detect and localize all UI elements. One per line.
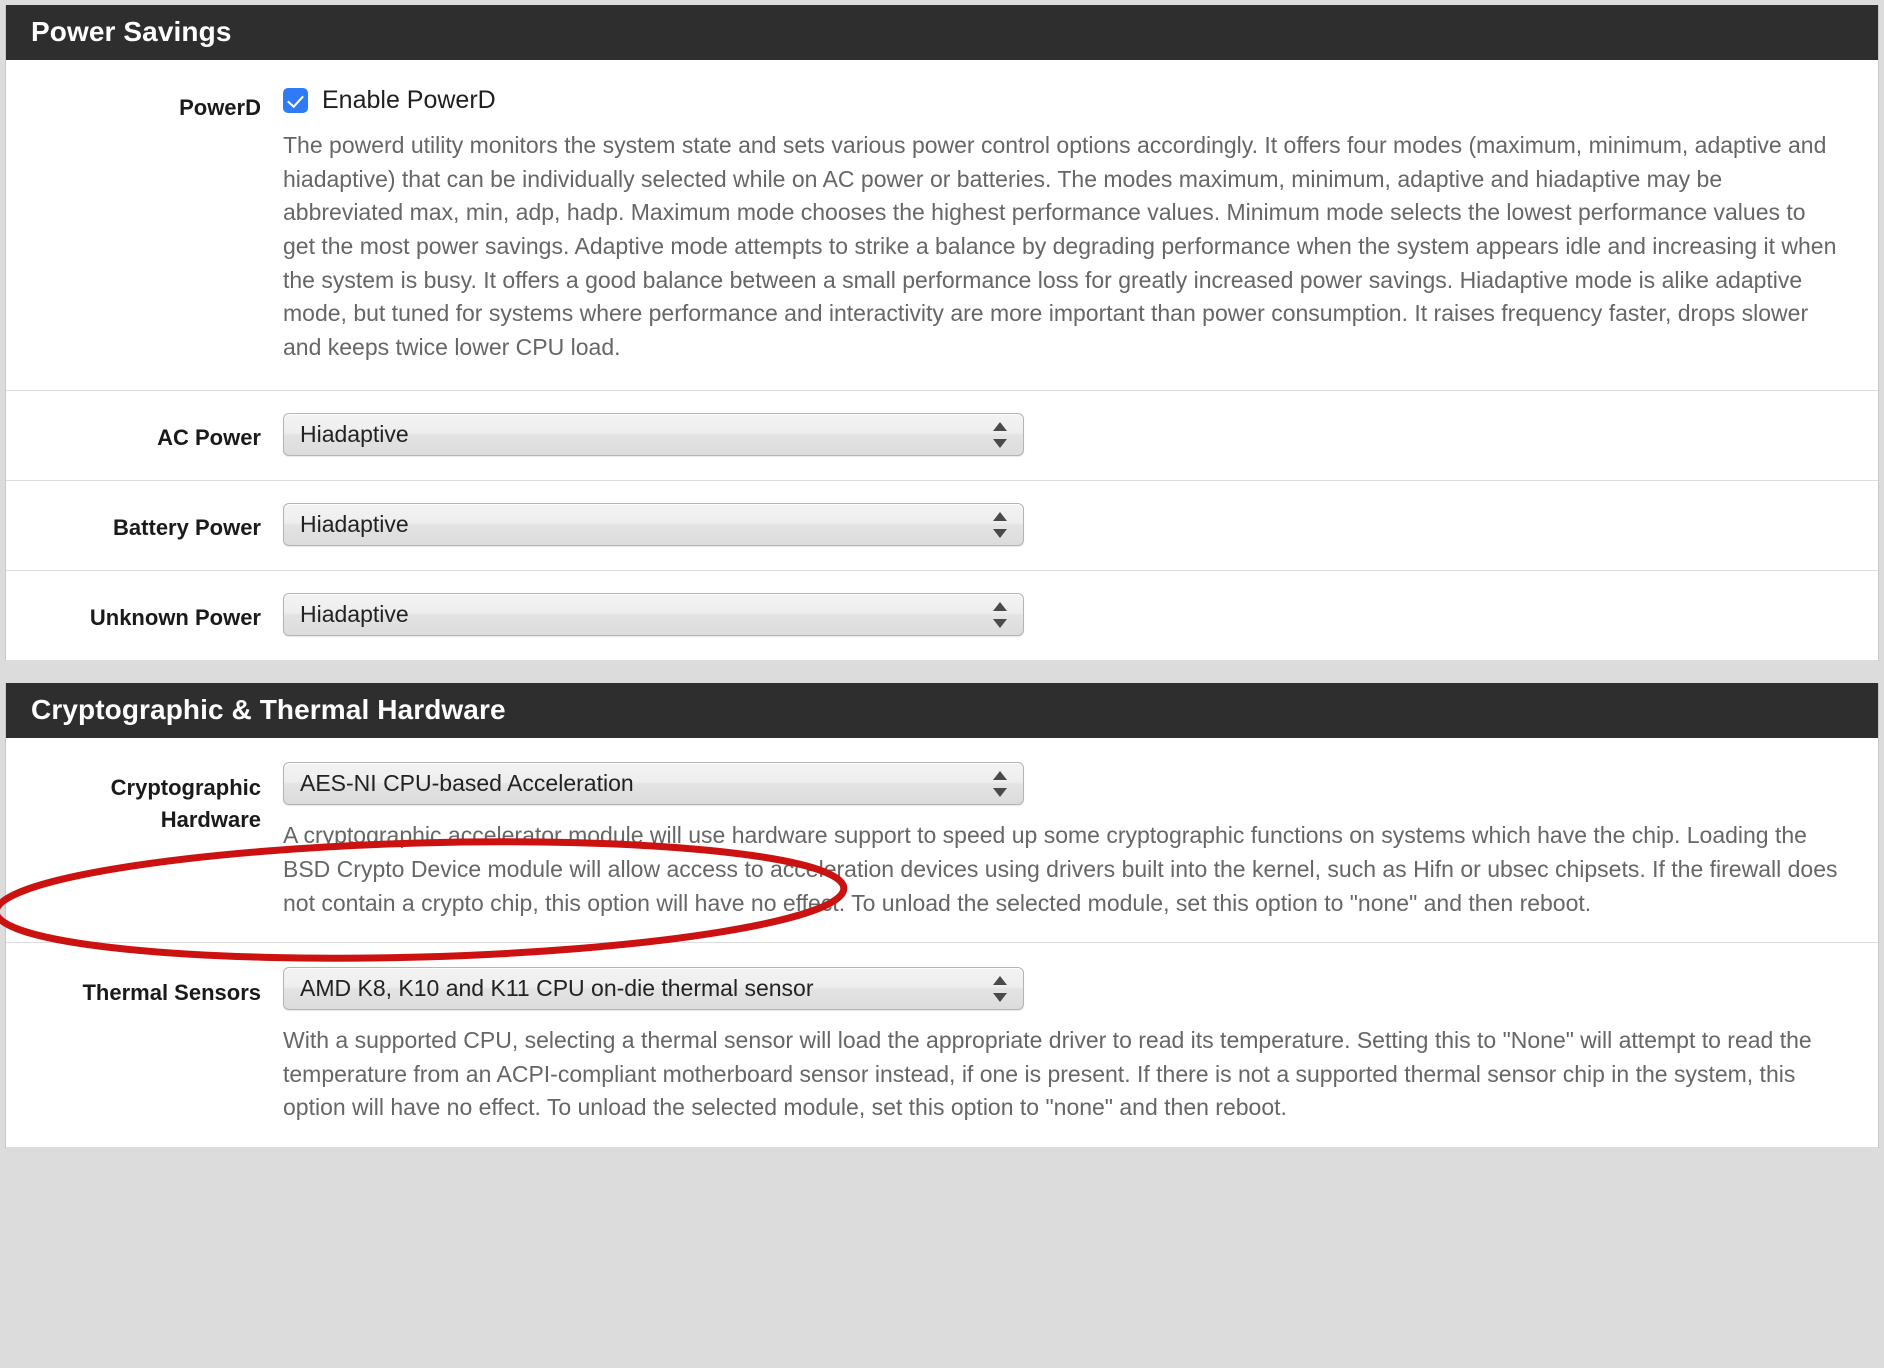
row-battery-power: Battery Power Hiadaptive [6, 481, 1878, 572]
row-cryptographic-hardware: Cryptographic Hardware AES-NI CPU-based … [6, 738, 1878, 944]
label-cryptographic-hardware: Cryptographic Hardware [6, 762, 283, 836]
select-thermal-sensors[interactable]: AMD K8, K10 and K11 CPU on-die thermal s… [283, 967, 1024, 1011]
row-body-powerd: Enable PowerD The powerd utility monitor… [283, 88, 1878, 364]
label-powerd: PowerD [179, 95, 261, 121]
select-thermal-sensors-value: AMD K8, K10 and K11 CPU on-die thermal s… [300, 975, 814, 1002]
label-cryptographic-hardware-line1: Cryptographic [110, 775, 261, 801]
section-crypto-thermal: Cryptographic & Thermal Hardware Cryptog… [5, 683, 1879, 1148]
enable-powerd-checkbox[interactable] [283, 88, 308, 114]
select-battery-power[interactable]: Hiadaptive [283, 503, 1024, 547]
settings-page: Power Savings PowerD Enable PowerD The p… [0, 0, 1884, 1368]
description-cryptographic-hardware: A cryptographic accelerator module will … [283, 822, 1838, 916]
row-powerd: PowerD Enable PowerD The powerd utility … [6, 60, 1878, 392]
label-unknown-power: Unknown Power [89, 605, 261, 631]
chevron-updown-icon[interactable] [993, 421, 1007, 448]
label-battery-power: Battery Power [113, 515, 261, 541]
select-ac-power-value: Hiadaptive [300, 421, 409, 448]
section-header-power-savings: Power Savings [6, 5, 1878, 61]
description-thermal-sensors: With a supported CPU, selecting a therma… [283, 1027, 1812, 1121]
section-power-savings: Power Savings PowerD Enable PowerD The p… [5, 5, 1879, 662]
section-header-crypto-thermal: Cryptographic & Thermal Hardware [6, 683, 1878, 739]
chevron-updown-icon[interactable] [993, 770, 1007, 797]
row-body-thermal-sensors: AMD K8, K10 and K11 CPU on-die thermal s… [283, 967, 1878, 1125]
select-unknown-power[interactable]: Hiadaptive [283, 593, 1024, 637]
select-unknown-power-value: Hiadaptive [300, 601, 409, 628]
select-ac-power[interactable]: Hiadaptive [283, 413, 1024, 457]
section-divider [5, 661, 1879, 684]
row-body-unknown-power: Hiadaptive [283, 593, 1878, 637]
description-powerd: The powerd utility monitors the system s… [283, 132, 1837, 360]
row-body-ac-power: Hiadaptive [283, 413, 1878, 457]
row-body-cryptographic-hardware: AES-NI CPU-based Acceleration A cryptogr… [283, 762, 1878, 920]
chevron-updown-icon[interactable] [993, 601, 1007, 628]
select-cryptographic-hardware-value: AES-NI CPU-based Acceleration [300, 770, 634, 797]
enable-powerd-checkbox-row[interactable]: Enable PowerD [283, 86, 1846, 115]
enable-powerd-label: Enable PowerD [322, 86, 496, 115]
select-cryptographic-hardware[interactable]: AES-NI CPU-based Acceleration [283, 762, 1024, 806]
row-body-battery-power: Hiadaptive [283, 503, 1878, 547]
row-thermal-sensors: Thermal Sensors AMD K8, K10 and K11 CPU … [6, 943, 1878, 1148]
label-ac-power: AC Power [157, 425, 261, 451]
chevron-updown-icon[interactable] [993, 975, 1007, 1002]
row-unknown-power: Unknown Power Hiadaptive [6, 571, 1878, 662]
label-thermal-sensors: Thermal Sensors [82, 980, 261, 1006]
chevron-updown-icon[interactable] [993, 511, 1007, 538]
select-battery-power-value: Hiadaptive [300, 511, 409, 538]
row-ac-power: AC Power Hiadaptive [6, 391, 1878, 482]
label-cryptographic-hardware-line2: Hardware [160, 807, 261, 833]
